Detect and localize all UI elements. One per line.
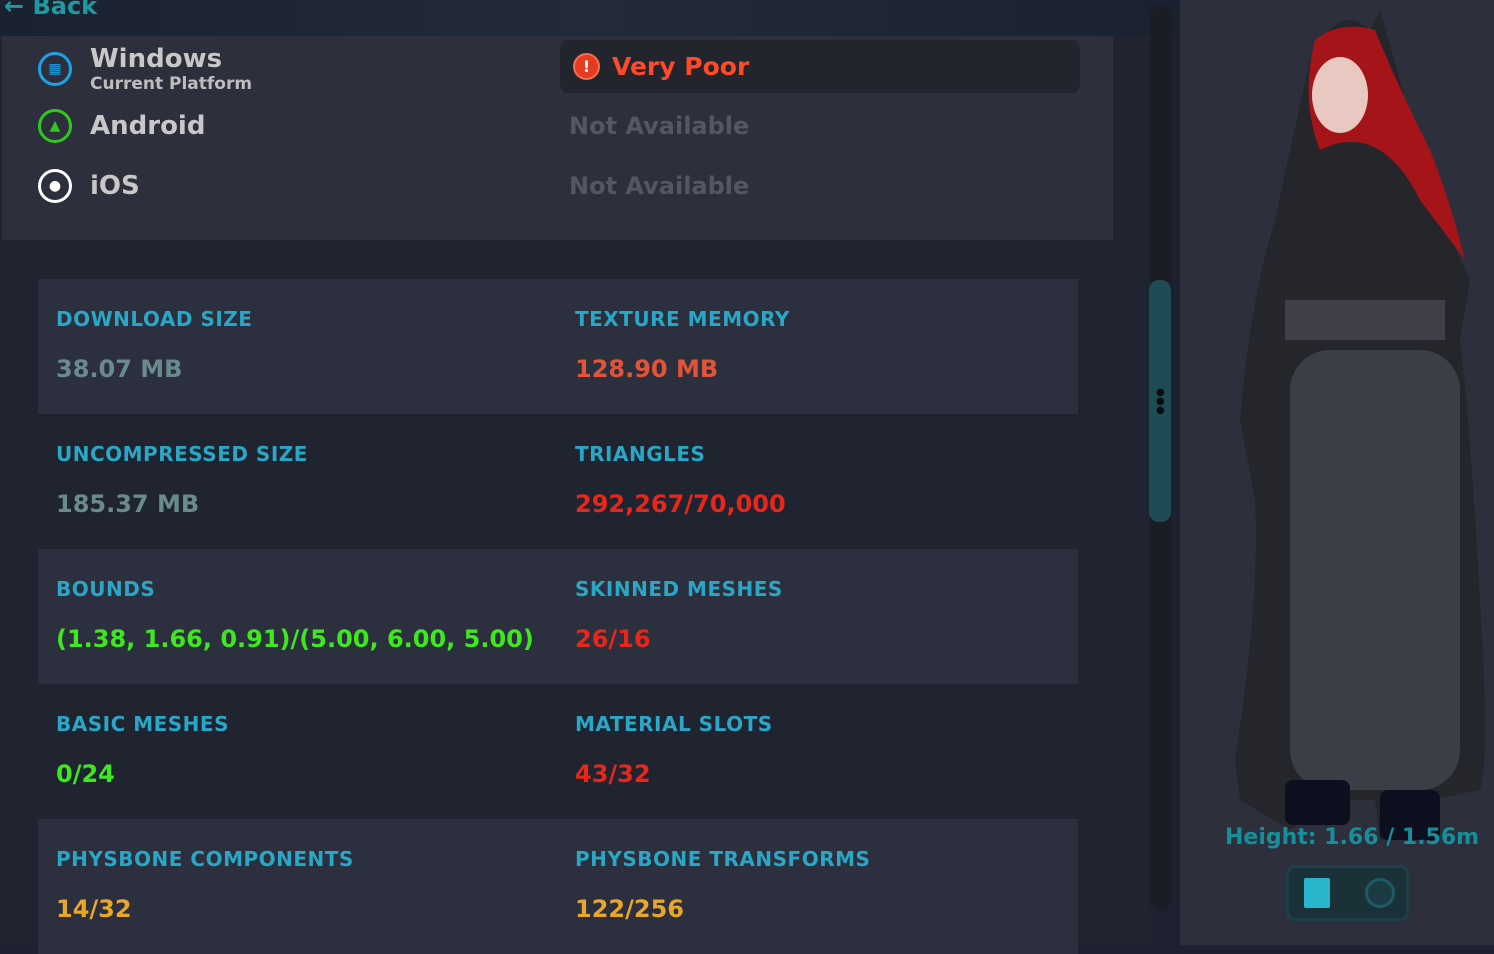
stat-item: BOUNDS (1.38, 1.66, 0.91)/(5.00, 6.00, 5.…: [56, 577, 534, 653]
stat-value: 43/32: [575, 760, 651, 788]
platform-subtitle: Current Platform: [90, 74, 253, 94]
platform-ios: ● iOS: [38, 169, 140, 203]
stat-value: 0/24: [56, 760, 115, 788]
stat-label: TEXTURE MEMORY: [575, 307, 790, 331]
stat-item: MATERIAL SLOTS 43/32: [575, 712, 773, 788]
emoji-icon[interactable]: [1365, 878, 1395, 908]
stat-value: 14/32: [56, 895, 132, 923]
stat-label: BASIC MESHES: [56, 712, 229, 736]
platform-list: ▦ Windows Current Platform ▲ Android ● iO…: [2, 36, 1113, 240]
stat-value: 292,267/70,000: [575, 490, 786, 518]
exclamation-icon: !: [573, 53, 600, 80]
stat-value: 26/16: [575, 625, 651, 653]
stat-item: DOWNLOAD SIZE 38.07 MB: [56, 307, 252, 383]
preview-mode-toggle: [1286, 865, 1409, 921]
avatar-details-icon[interactable]: [1304, 878, 1330, 908]
stats-row: DOWNLOAD SIZE 38.07 MB TEXTURE MEMORY 128.9…: [38, 279, 1078, 414]
drag-handle-icon: ● ● ●: [1156, 387, 1165, 416]
avatar-preview: [1180, 0, 1494, 945]
stat-item: BASIC MESHES 0/24: [56, 712, 229, 788]
stats-row: PHYSBONE COMPONENTS 14/32 PHYSBONE TRANSFO…: [38, 819, 1078, 954]
android-icon: ▲: [38, 109, 72, 143]
stat-item: PHYSBONE TRANSFORMS 122/256: [575, 847, 870, 923]
stat-label: SKINNED MESHES: [575, 577, 783, 601]
stat-item: UNCOMPRESSED SIZE 185.37 MB: [56, 442, 308, 518]
performance-panel: ▦ Windows Current Platform ▲ Android ● iO…: [0, 36, 1150, 954]
avatar-height: Height: 1.66 / 1.56m: [1225, 825, 1480, 850]
stats-row: BOUNDS (1.38, 1.66, 0.91)/(5.00, 6.00, 5.…: [38, 549, 1078, 684]
back-button[interactable]: ← Back: [4, 0, 97, 20]
ios-status: Not Available: [569, 172, 750, 200]
platform-android: ▲ Android: [38, 109, 205, 143]
stat-label: PHYSBONE TRANSFORMS: [575, 847, 871, 871]
platform-name: Android: [90, 111, 206, 141]
stat-value: 185.37 MB: [56, 490, 200, 518]
stat-label: MATERIAL SLOTS: [575, 712, 773, 736]
platform-name: iOS: [90, 171, 140, 201]
stat-item: SKINNED MESHES 26/16: [575, 577, 783, 653]
stat-label: PHYSBONE COMPONENTS: [56, 847, 354, 871]
android-status: Not Available: [569, 112, 750, 140]
stat-value: 122/256: [575, 895, 684, 923]
stat-value: 38.07 MB: [56, 355, 183, 383]
stat-label: BOUNDS: [56, 577, 156, 601]
stats-row: BASIC MESHES 0/24 MATERIAL SLOTS 43/32: [38, 684, 1078, 819]
rating-text: Very Poor: [612, 52, 750, 81]
stat-label: DOWNLOAD SIZE: [56, 307, 253, 331]
avatar-model: [1235, 10, 1485, 840]
platform-windows: ▦ Windows Current Platform: [38, 44, 252, 94]
stat-value: (1.38, 1.66, 0.91)/(5.00, 6.00, 5.00): [56, 625, 534, 653]
top-bar: ← Back: [0, 0, 1180, 36]
apple-icon: ●: [38, 169, 72, 203]
stat-label: UNCOMPRESSED SIZE: [56, 442, 308, 466]
arrow-left-icon: ←: [4, 0, 25, 20]
windows-icon: ▦: [38, 52, 72, 86]
stat-item: TEXTURE MEMORY 128.90 MB: [575, 307, 790, 383]
stat-item: TRIANGLES 292,267/70,000: [575, 442, 786, 518]
stats-row: UNCOMPRESSED SIZE 185.37 MB TRIANGLES 292,2…: [38, 414, 1078, 549]
stat-value: 128.90 MB: [575, 355, 719, 383]
platform-name: Windows: [90, 44, 223, 74]
performance-rating: ! Very Poor: [560, 40, 1080, 93]
stat-label: TRIANGLES: [575, 442, 706, 466]
stat-item: PHYSBONE COMPONENTS 14/32: [56, 847, 354, 923]
